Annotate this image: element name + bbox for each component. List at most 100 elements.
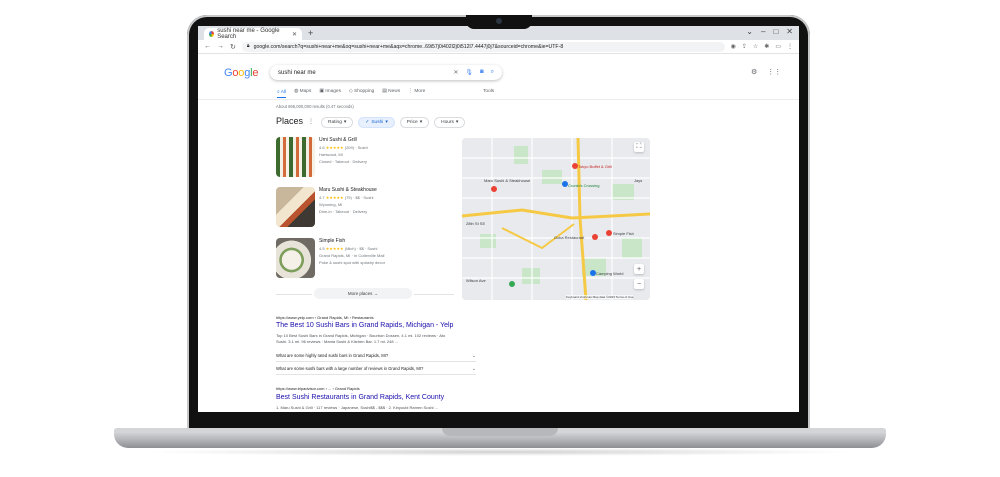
camera-search-icon[interactable]: ◙ bbox=[480, 69, 484, 76]
tab-all[interactable]: ⌕ All bbox=[277, 89, 287, 98]
place-item-umi[interactable]: Umi Sushi & Grill 4.6 ★★★★★ (209) · Sush… bbox=[276, 137, 456, 181]
rating-value: 4.7 bbox=[319, 195, 325, 200]
result-snippet: Sushi. 3.1 mi. 96 reviews · Mama Sushi &… bbox=[276, 339, 399, 344]
tab-images[interactable]: ▣ Images bbox=[319, 89, 341, 98]
reload-icon[interactable]: ↻ bbox=[230, 43, 236, 51]
chevron-down-icon: ▾ bbox=[385, 120, 388, 125]
place-item-maru[interactable]: Maru Sushi & Steakhouse 4.7 ★★★★★ (79) ·… bbox=[276, 187, 456, 231]
place-name: Umi Sushi & Grill bbox=[319, 137, 357, 143]
tab-maps[interactable]: ◍ Maps bbox=[294, 89, 311, 98]
chip-price[interactable]: Price ▾ bbox=[399, 117, 430, 128]
place-extra: Closed · Takeout · Delivery bbox=[319, 159, 367, 164]
faq-item[interactable]: What are some highly rated sushi bars in… bbox=[276, 350, 476, 362]
share-icon[interactable]: ⇪ bbox=[742, 43, 747, 50]
faq-question: What are some sushi bars with a large nu… bbox=[276, 366, 424, 371]
fullscreen-icon[interactable]: ⛶ bbox=[634, 142, 644, 152]
result-title[interactable]: The Best 10 Sushi Bars in Grand Rapids, … bbox=[276, 322, 453, 329]
google-logo[interactable]: Google bbox=[224, 67, 258, 79]
window-controls: ⌄ – □ ✕ bbox=[746, 27, 793, 36]
minimize-icon[interactable]: – bbox=[761, 27, 765, 36]
menu-dots-icon[interactable]: ⋮ bbox=[787, 43, 793, 50]
tab-label: More bbox=[414, 89, 426, 94]
rating-value: 4.5 bbox=[319, 246, 325, 251]
screen: sushi near me - Google Search ✕ + ⌄ – □ … bbox=[198, 26, 799, 412]
chevron-down-icon: ▾ bbox=[419, 120, 423, 125]
result-url[interactable]: https://www.yelp.com › Grand Rapids, MI … bbox=[276, 315, 374, 320]
search-box-icons: ✕ 🎙︎ ◙ ⌕ bbox=[453, 69, 494, 76]
result-snippet: Top 10 Best Sushi Bars in Grand Rapids, … bbox=[276, 333, 446, 338]
map-label-simple[interactable]: Simple Fish bbox=[613, 231, 634, 236]
map-label-jay: Jays bbox=[634, 178, 643, 183]
place-item-simple-fish[interactable]: Simple Fish 4.5 ★★★★★ (Mich) · $$ · Sush… bbox=[276, 238, 456, 282]
address-bar[interactable]: 🔒︎ google.com/search?q=sushi+near+me&oq=… bbox=[241, 41, 725, 52]
map-label-crossing[interactable]: Cronin's Crossing bbox=[568, 183, 599, 188]
zoom-in-button[interactable]: + bbox=[634, 264, 644, 274]
apps-grid-icon[interactable]: ⋮⋮ bbox=[767, 68, 781, 76]
result-title[interactable]: Best Sushi Restaurants in Grand Rapids, … bbox=[276, 394, 444, 401]
close-tab-icon[interactable]: ✕ bbox=[292, 31, 297, 38]
close-window-icon[interactable]: ✕ bbox=[786, 27, 793, 36]
settings-gear-icon[interactable]: ⚙ bbox=[751, 68, 757, 76]
bookmark-star-icon[interactable]: ☆ bbox=[753, 43, 758, 50]
search-tabs: ⌕ All ◍ Maps ▣ Images ◇ Shopping ▤ News … bbox=[277, 89, 425, 98]
chip-rating[interactable]: Rating ▾ bbox=[321, 117, 354, 128]
places-map[interactable]: Tokyo Buffet & Grill Maru Sushi & Steakh… bbox=[462, 138, 650, 300]
chip-label: Sushi bbox=[371, 120, 384, 125]
tab-label: Maps bbox=[299, 89, 312, 94]
sidebar-icon[interactable]: ▭ bbox=[775, 43, 781, 50]
tools-button[interactable]: Tools bbox=[483, 89, 494, 94]
browser-toolbar: ← → ↻ 🔒︎ google.com/search?q=sushi+near+… bbox=[198, 40, 799, 54]
tab-label: Images bbox=[325, 89, 341, 94]
tab-more[interactable]: ⋮ More bbox=[408, 89, 425, 98]
place-location: Wyoming, MI bbox=[319, 202, 343, 207]
search-input[interactable]: sushi near me ✕ 🎙︎ ◙ ⌕ bbox=[270, 65, 502, 80]
stage: sushi near me - Google Search ✕ + ⌄ – □ … bbox=[0, 0, 1000, 477]
search-query: sushi near me bbox=[278, 69, 316, 76]
tab-label: Shopping bbox=[354, 89, 375, 94]
chevron-down-icon[interactable]: ⌄ bbox=[746, 27, 753, 36]
map-label-tokyo[interactable]: Tokyo Buffet & Grill bbox=[578, 164, 612, 169]
clear-icon[interactable]: ✕ bbox=[453, 69, 458, 76]
place-rating: 4.7 ★★★★★ (79) · $$ · Sushi bbox=[319, 195, 373, 200]
place-photo bbox=[276, 137, 315, 177]
tab-news[interactable]: ▤ News bbox=[382, 89, 400, 98]
place-meta: (79) · $$ · Sushi bbox=[344, 195, 374, 200]
place-rating: 4.5 ★★★★★ (Mich) · $$ · Sushi bbox=[319, 246, 377, 251]
place-extra: Dine-in · Takeout · Delivery bbox=[319, 209, 368, 214]
search-icon[interactable]: ⌕ bbox=[491, 69, 494, 76]
chip-sushi[interactable]: ✓ Sushi ▾ bbox=[358, 117, 395, 128]
place-meta: (209) · Sushi bbox=[344, 145, 368, 150]
map-label-road: 28th St SE bbox=[466, 221, 486, 226]
tab-title: sushi near me - Google Search bbox=[217, 28, 280, 40]
chevron-down-icon: ▾ bbox=[455, 120, 459, 125]
back-icon[interactable]: ← bbox=[204, 43, 211, 50]
map-label-camping[interactable]: Camping World bbox=[596, 271, 624, 276]
toolbar-icons: ◉ ⇪ ☆ ✱ ▭ ⋮ bbox=[731, 43, 793, 50]
chevron-down-icon: ⌄ bbox=[471, 352, 476, 359]
result-url[interactable]: https://www.tripadvisor.com › ... › Gran… bbox=[276, 386, 360, 391]
faq-item[interactable]: What are some sushi bars with a large nu… bbox=[276, 363, 476, 375]
maximize-icon[interactable]: □ bbox=[773, 27, 778, 36]
place-location: Grand Rapids, MI · In Cutlerville Mall bbox=[319, 253, 385, 258]
chip-hours[interactable]: Hours ▾ bbox=[434, 117, 466, 128]
place-meta: (Mich) · $$ · Sushi bbox=[344, 246, 378, 251]
google-favicon-icon bbox=[209, 31, 215, 37]
browser-tab[interactable]: sushi near me - Google Search ✕ bbox=[204, 28, 302, 40]
place-photo bbox=[276, 238, 315, 278]
tab-shopping[interactable]: ◇ Shopping bbox=[349, 89, 374, 98]
more-places-button[interactable]: More places → bbox=[314, 288, 412, 299]
forward-icon[interactable]: → bbox=[217, 43, 224, 50]
logo-letter: e bbox=[252, 67, 259, 79]
mic-icon[interactable]: 🎙︎ bbox=[465, 69, 473, 76]
new-tab-button[interactable]: + bbox=[308, 28, 313, 39]
map-label-ooka[interactable]: Ooka Restaurant bbox=[554, 235, 584, 240]
zoom-out-button[interactable]: − bbox=[634, 279, 644, 289]
places-menu-icon[interactable]: ⋮ bbox=[308, 118, 314, 125]
chevron-down-icon: ⌄ bbox=[471, 365, 476, 372]
tab-label: News bbox=[388, 89, 401, 94]
place-name: Maru Sushi & Steakhouse bbox=[319, 187, 377, 193]
google-lens-icon[interactable]: ◉ bbox=[731, 43, 736, 50]
rating-stars: ★★★★★ bbox=[325, 145, 344, 150]
extensions-icon[interactable]: ✱ bbox=[764, 43, 769, 50]
map-label-maru[interactable]: Maru Sushi & Steakhouse bbox=[484, 178, 530, 183]
